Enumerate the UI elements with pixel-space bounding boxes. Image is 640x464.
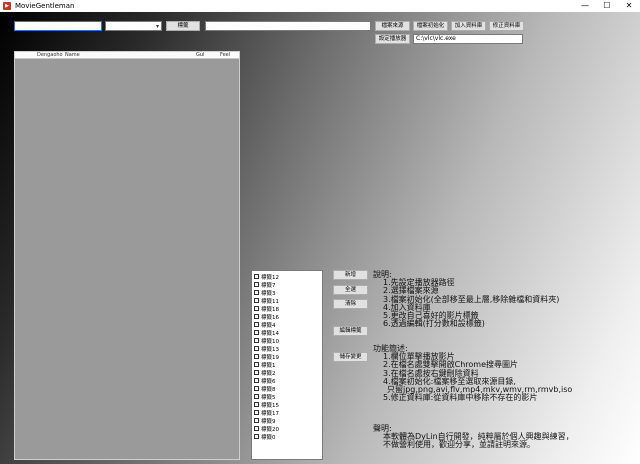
checkbox[interactable] [254, 354, 259, 360]
list-item[interactable]: 標籤11 [254, 297, 279, 305]
list-item[interactable]: 標籤20 [254, 425, 279, 433]
column-header-feel[interactable]: Feel [220, 52, 230, 59]
list-item[interactable]: 標籤14 [254, 329, 279, 337]
checkbox[interactable] [254, 370, 259, 376]
list-item[interactable]: 標籤8 [254, 385, 276, 393]
save-change-button[interactable]: 儲存變更 [333, 352, 368, 362]
checkbox[interactable] [254, 322, 259, 328]
checkbox[interactable] [254, 338, 259, 344]
window-title: MovieGentleman [15, 2, 75, 10]
checkbox[interactable] [254, 378, 259, 384]
list-item[interactable]: 標籤0 [254, 433, 276, 441]
list-item[interactable]: 標籤6 [254, 377, 276, 385]
select-all-button[interactable]: 全選 [333, 285, 368, 295]
column-header-dengaoho[interactable]: Dengaoho [37, 52, 63, 59]
checkbox[interactable] [254, 282, 259, 288]
list-item[interactable]: 標籤7 [254, 281, 276, 289]
film-clapper-icon: ▶ [3, 2, 11, 10]
category-select[interactable]: ▾ [105, 21, 162, 31]
list-item[interactable]: 標籤18 [254, 305, 279, 313]
minimize-button[interactable]: — [574, 0, 596, 12]
help-line: 不做營利使用，歡迎分享，並請註明來源。 [383, 440, 535, 450]
list-item[interactable]: 標籤10 [254, 337, 279, 345]
set-player-button[interactable]: 設定播放器 [375, 34, 410, 44]
list-item[interactable]: 標籤19 [254, 353, 279, 361]
title-bar: ▶ MovieGentleman — ☐ ✕ [0, 0, 640, 12]
source-path-input[interactable] [205, 21, 371, 31]
checkbox[interactable] [254, 410, 259, 416]
help-intro: 說明: 1.先設定播放器路徑 2.選擇檔案來源 3.檔案初始化(全部移至最上層,… [373, 270, 559, 329]
main-panel: ▾ 標籤 檔案來源 檔案初始化 加入資料庫 修正資料庫 設定播放器 C:\vlc… [0, 12, 640, 464]
add-db-button[interactable]: 加入資料庫 [451, 21, 486, 31]
checkbox[interactable] [254, 306, 259, 312]
edit-db-button[interactable]: 修正資料庫 [489, 21, 524, 31]
checkbox[interactable] [254, 274, 259, 280]
list-item[interactable]: 標籤13 [254, 345, 279, 353]
close-button[interactable]: ✕ [618, 0, 640, 12]
help-line: 6.透過編輯(打分數和設標籤) [383, 319, 485, 329]
source-button[interactable]: 檔案來源 [375, 21, 410, 31]
help-notice: 聲明: 本軟體為DyLin自行開發，純粹屬於個人興趣與練習， 不做營利使用，歡迎… [373, 424, 574, 450]
checkbox[interactable] [254, 314, 259, 320]
list-item[interactable]: 標籤15 [254, 401, 279, 409]
player-path-input[interactable]: C:\vlc\vlc.exe [413, 34, 523, 44]
tag-button[interactable]: 標籤 [166, 21, 200, 31]
list-item[interactable]: 標籤5 [254, 393, 276, 401]
init-button[interactable]: 檔案初始化 [413, 21, 448, 31]
column-header-name[interactable]: Name [65, 52, 80, 59]
checkbox[interactable] [254, 330, 259, 336]
list-item[interactable]: 標籤1 [254, 361, 276, 369]
checkbox[interactable] [254, 402, 259, 408]
clear-button[interactable]: 清除 [333, 299, 368, 309]
checkbox[interactable] [254, 426, 259, 432]
movie-listview[interactable]: Dengaoho Name Gul Feel [14, 51, 240, 460]
list-item[interactable]: 標籤17 [254, 409, 279, 417]
list-item[interactable]: 標籤16 [254, 313, 279, 321]
search-input[interactable] [14, 21, 102, 31]
list-item[interactable]: 標籤2 [254, 369, 276, 377]
listview-header: Dengaoho Name Gul Feel [15, 52, 239, 59]
edit-tag-button[interactable]: 編輯標籤 [333, 326, 368, 336]
checkbox[interactable] [254, 434, 259, 440]
checkbox[interactable] [254, 362, 259, 368]
help-features: 功能簡述: 1.欄位單擊播放影片 2.在檔名處雙擊開啟Chrome搜尋圖片 3.… [373, 344, 572, 403]
window-controls: — ☐ ✕ [574, 0, 640, 12]
checkbox[interactable] [254, 290, 259, 296]
list-item[interactable]: 標籤9 [254, 417, 276, 425]
list-item[interactable]: 標籤4 [254, 321, 276, 329]
list-item[interactable]: 標籤12 [254, 273, 279, 281]
checkbox[interactable] [254, 298, 259, 304]
chevron-down-icon: ▾ [155, 23, 159, 30]
maximize-button[interactable]: ☐ [596, 0, 618, 12]
tag-checklist[interactable]: 標籤12 標籤7 標籤3 標籤11 標籤18 標籤16 標籤4 標籤14 標籤1… [251, 270, 323, 460]
help-line: 5.修正資料庫:從資料庫中移除不存在的影片 [383, 393, 538, 403]
checkbox[interactable] [254, 346, 259, 352]
new-tag-button[interactable]: 新增 [333, 270, 368, 280]
checkbox[interactable] [254, 418, 259, 424]
checkbox[interactable] [254, 386, 259, 392]
column-header-gul[interactable]: Gul [196, 52, 204, 59]
list-item[interactable]: 標籤3 [254, 289, 276, 297]
checkbox[interactable] [254, 394, 259, 400]
